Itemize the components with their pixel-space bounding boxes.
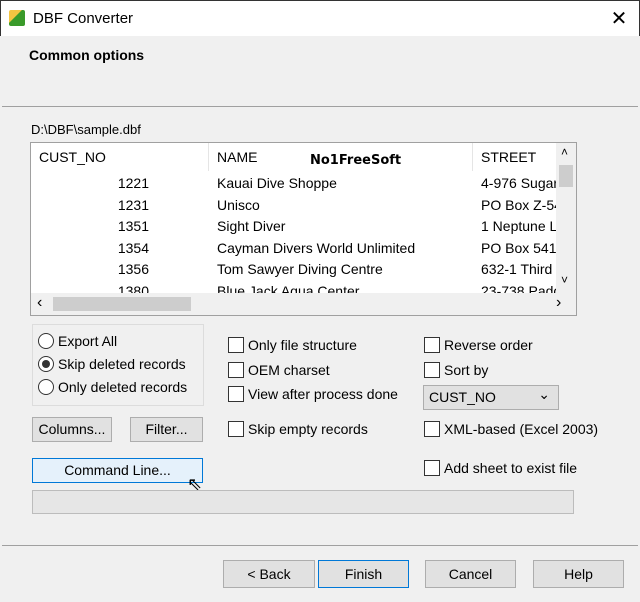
help-button[interactable]: Help: [533, 560, 624, 588]
column-header-street[interactable]: STREET: [473, 143, 556, 171]
table-cell: 1354: [117, 239, 149, 256]
table-cell: Cayman Divers World Unlimited: [217, 239, 416, 256]
radio-label: Export All: [58, 333, 118, 349]
file-path: D:\DBF\sample.dbf: [31, 122, 141, 137]
table-cell: 1356: [117, 261, 149, 277]
radio-label: Only deleted records: [58, 379, 188, 395]
checkbox-label: OEM charset: [248, 362, 330, 378]
checkbox-only-file-structure[interactable]: Only file structure: [228, 337, 357, 353]
checkbox-label: XML-based (Excel 2003): [444, 421, 599, 437]
checkbox[interactable]: [424, 362, 440, 378]
table-cell: 4-976 Sugar: [481, 175, 556, 191]
back-button[interactable]: < Back: [223, 560, 315, 588]
checkbox[interactable]: [424, 421, 440, 437]
table-row[interactable]: 1221 Kauai Dive Shoppe 4-976 Sugar: [31, 173, 556, 194]
table-cell: 1221: [117, 175, 149, 191]
table-cell: Unisco: [217, 196, 260, 213]
horizontal-scroll-thumb[interactable]: [53, 297, 191, 311]
columns-button[interactable]: Columns...: [32, 417, 112, 442]
table-cell: Kauai Dive Shoppe: [217, 175, 337, 191]
table-row[interactable]: 1231 Unisco PO Box Z-54: [31, 195, 556, 216]
checkbox-label: Skip empty records: [248, 421, 368, 437]
table-cell: 1351: [117, 218, 149, 234]
table-cell: 1231: [117, 196, 149, 213]
export-mode-group: Export All Skip deleted records Only del…: [32, 324, 204, 406]
checkbox-add-sheet[interactable]: Add sheet to exist file: [424, 460, 577, 476]
chevron-down-icon: ⌄: [538, 386, 550, 402]
sort-field-value: CUST_NO: [429, 389, 496, 405]
table-cell: Sight Diver: [217, 218, 286, 234]
data-grid[interactable]: CUST_NO NAME STREET 1221 Kauai Dive Shopp…: [30, 142, 577, 316]
horizontal-scrollbar[interactable]: ‹ ›: [31, 293, 576, 315]
checkbox-label: Reverse order: [444, 337, 533, 353]
divider: [2, 545, 638, 546]
scroll-right-icon[interactable]: ›: [556, 294, 561, 312]
title-bar: DBF Converter ✕: [0, 0, 640, 36]
checkbox-label: Add sheet to exist file: [444, 460, 578, 476]
checkbox-xml-based[interactable]: XML-based (Excel 2003): [424, 421, 598, 437]
checkbox[interactable]: [228, 421, 244, 437]
scroll-left-icon[interactable]: ‹: [37, 294, 42, 312]
radio-button[interactable]: [38, 333, 54, 349]
checkbox-view-after[interactable]: View after process done: [228, 386, 398, 402]
checkbox-skip-empty[interactable]: Skip empty records: [228, 421, 368, 437]
checkbox-sort-by[interactable]: Sort by: [424, 362, 488, 378]
table-cell: PO Box 541: [481, 239, 556, 256]
table-cell: PO Box Z-54: [481, 196, 556, 213]
finish-button[interactable]: Finish: [318, 560, 409, 588]
progress-bar: [32, 490, 574, 514]
close-icon[interactable]: ✕: [601, 5, 637, 33]
checkbox[interactable]: [424, 460, 440, 476]
watermark: No1FreeSoft: [310, 153, 402, 168]
command-line-button[interactable]: Command Line...: [32, 458, 203, 483]
checkbox-label: View after process done: [248, 386, 398, 402]
column-header-cust-no[interactable]: CUST_NO: [31, 143, 209, 171]
vertical-scrollbar[interactable]: ˄ ˅: [556, 143, 576, 293]
table-cell: Tom Sawyer Diving Centre: [217, 261, 383, 277]
app-icon: [9, 10, 25, 26]
table-row[interactable]: 1351 Sight Diver 1 Neptune L: [31, 216, 556, 237]
checkbox[interactable]: [228, 386, 244, 402]
radio-only-deleted[interactable]: Only deleted records: [38, 379, 187, 395]
divider: [2, 106, 638, 107]
radio-label: Skip deleted records: [58, 356, 186, 372]
radio-skip-deleted[interactable]: Skip deleted records: [38, 356, 186, 372]
checkbox-oem-charset[interactable]: OEM charset: [228, 362, 330, 378]
scroll-down-icon[interactable]: ˅: [561, 273, 568, 287]
radio-button[interactable]: [38, 356, 54, 372]
cancel-button[interactable]: Cancel: [425, 560, 516, 588]
table-row[interactable]: 1356 Tom Sawyer Diving Centre 632-1 Third: [31, 259, 556, 280]
checkbox-label: Only file structure: [248, 337, 357, 353]
checkbox[interactable]: [228, 337, 244, 353]
checkbox-label: Sort by: [444, 362, 489, 378]
table-row[interactable]: 1354 Cayman Divers World Unlimited PO Box …: [31, 238, 556, 259]
vertical-scroll-thumb[interactable]: [559, 165, 573, 187]
checkbox-reverse-order[interactable]: Reverse order: [424, 337, 533, 353]
radio-button[interactable]: [38, 379, 54, 395]
checkbox[interactable]: [228, 362, 244, 378]
sort-field-select[interactable]: CUST_NO ⌄: [423, 385, 559, 410]
filter-button[interactable]: Filter...: [130, 417, 203, 442]
window-title: DBF Converter: [33, 10, 134, 27]
page-title: Common options: [29, 47, 145, 63]
radio-export-all[interactable]: Export All: [38, 333, 117, 349]
scroll-up-icon[interactable]: ˄: [561, 145, 568, 159]
checkbox[interactable]: [424, 337, 440, 353]
table-cell: 632-1 Third: [481, 261, 553, 277]
table-cell: 1 Neptune L: [481, 218, 556, 234]
